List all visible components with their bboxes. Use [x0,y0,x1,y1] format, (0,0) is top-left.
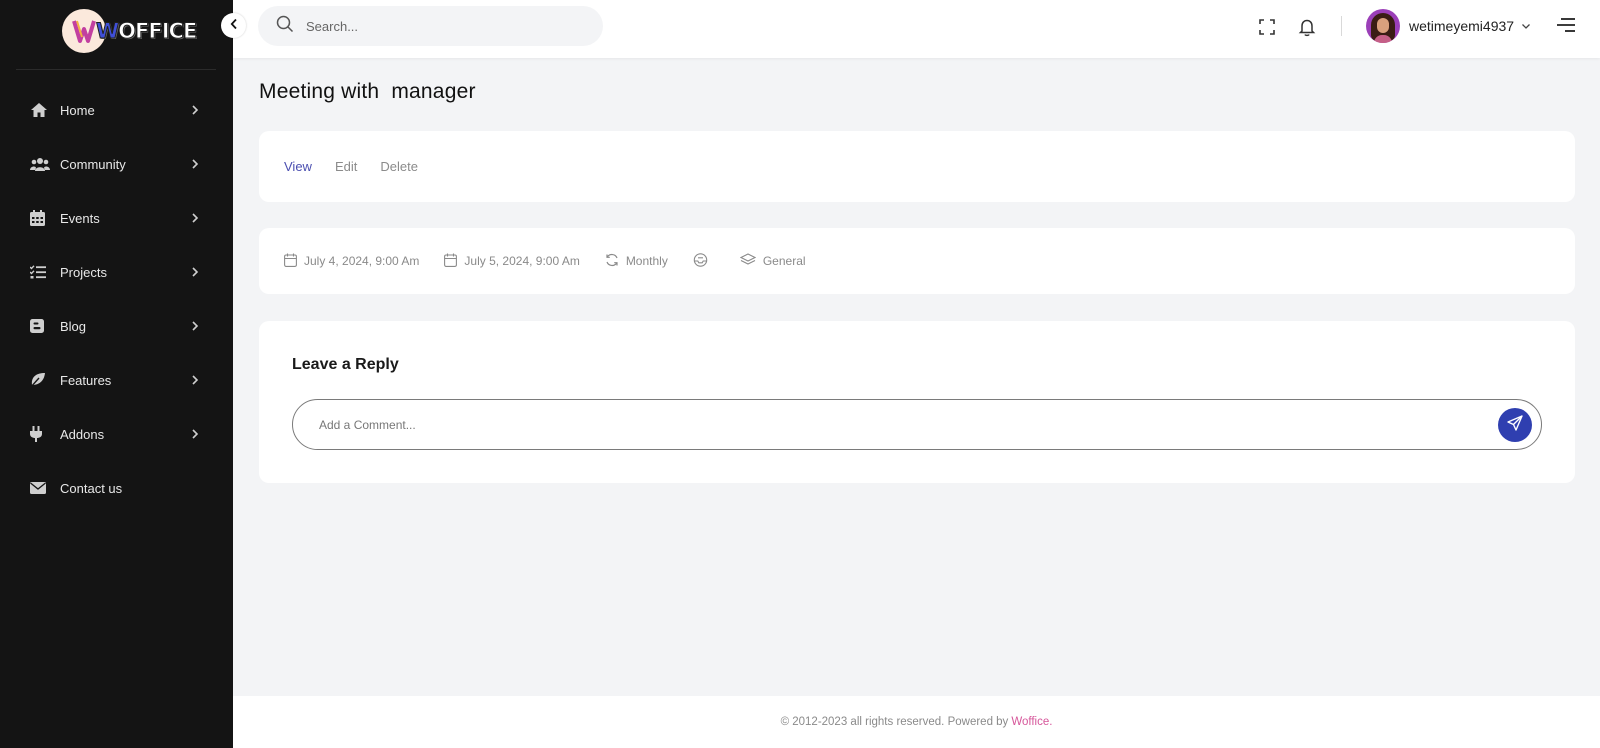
sidebar-item-label: Home [60,102,95,118]
footer-copyright: © 2012-2023 all rights reserved. Powered… [780,716,1009,728]
chevron-right-icon [191,265,199,280]
calendar-icon [284,253,304,270]
event-meta-card: July 4, 2024, 9:00 Am July 5, 2024, 9:00… [259,228,1575,294]
chevron-left-icon [230,17,238,35]
plug-icon [30,425,50,443]
woffice-logo[interactable]: WOFFICE [62,9,198,53]
event-category-text: General [762,254,806,268]
tab-view[interactable]: View [284,159,312,174]
blog-icon [30,317,50,335]
footer: © 2012-2023 all rights reserved. Powered… [233,696,1600,748]
reply-heading: Leave a Reply [292,356,399,373]
sidebar-item-label: Blog [60,318,87,334]
sidebar-collapse-button[interactable] [221,13,246,38]
layers-icon [739,253,763,269]
event-repeat: Monthly [605,253,668,270]
chevron-right-icon [191,211,199,226]
send-comment-button[interactable] [1498,408,1532,442]
sidebar-item-label: Community [60,156,126,172]
inbox-icon [693,252,715,270]
fullscreen-icon[interactable] [1256,16,1278,38]
sidebar-item-label: Projects [60,264,107,280]
event-end-text: July 5, 2024, 9:00 Am [464,254,580,268]
sidebar-nav: Home Community Events Projects Blog Feat… [0,83,233,515]
chevron-right-icon [191,373,199,388]
sidebar-item-addons[interactable]: Addons [0,407,233,461]
footer-brand-link[interactable]: Woffice. [1011,716,1052,728]
sidebar-item-label: Contact us [60,480,123,496]
chevron-right-icon [191,157,199,172]
page-title: Meeting with manager [259,80,476,103]
sidebar-divider [16,69,216,70]
event-category: General [739,253,806,269]
user-menu[interactable]: wetimeyemi4937 [1366,9,1531,43]
sidebar-item-projects[interactable]: Projects [0,245,233,299]
event-start-date: July 4, 2024, 9:00 Am [284,253,419,270]
sidebar: WOFFICE Home Community Events Projects B… [0,0,233,748]
chevron-down-icon [1521,17,1531,35]
chevron-right-icon [191,103,199,118]
hamburger-menu-icon[interactable] [1556,17,1576,38]
comment-input[interactable] [319,417,1469,432]
avatar [1366,9,1400,43]
topbar-divider [1341,16,1342,36]
tab-delete[interactable]: Delete [380,159,418,174]
chevron-right-icon [191,427,199,442]
comment-box [292,399,1542,450]
event-actions-card: View Edit Delete [259,131,1575,202]
tasks-icon [30,263,50,281]
event-repeat-text: Monthly [625,254,668,268]
search-icon [276,15,294,38]
event-visibility [693,252,715,270]
repeat-icon [605,253,626,270]
envelope-icon [30,479,50,497]
home-icon [30,101,50,119]
sidebar-item-label: Features [60,372,112,388]
sidebar-item-events[interactable]: Events [0,191,233,245]
leaf-icon [30,371,50,389]
event-end-date: July 5, 2024, 9:00 Am [444,253,580,270]
reply-card: Leave a Reply [259,321,1575,483]
sidebar-item-features[interactable]: Features [0,353,233,407]
calendar-icon [30,209,50,227]
sidebar-item-label: Addons [60,426,105,442]
sidebar-item-label: Events [60,210,100,226]
tab-edit[interactable]: Edit [335,159,357,174]
search-bar [258,6,603,46]
topbar: wetimeyemi4937 [233,0,1600,58]
logo-text: WOFFICE [95,19,197,44]
send-icon [1507,414,1523,436]
sidebar-item-contact-us[interactable]: Contact us [0,461,233,515]
bell-icon[interactable] [1296,16,1318,38]
sidebar-item-community[interactable]: Community [0,137,233,191]
sidebar-item-home[interactable]: Home [0,83,233,137]
calendar-icon [444,253,464,270]
username: wetimeyemi4937 [1409,18,1515,34]
users-icon [30,155,50,173]
chevron-right-icon [191,319,199,334]
event-start-text: July 4, 2024, 9:00 Am [304,254,420,268]
sidebar-item-blog[interactable]: Blog [0,299,233,353]
search-input[interactable] [306,18,586,34]
